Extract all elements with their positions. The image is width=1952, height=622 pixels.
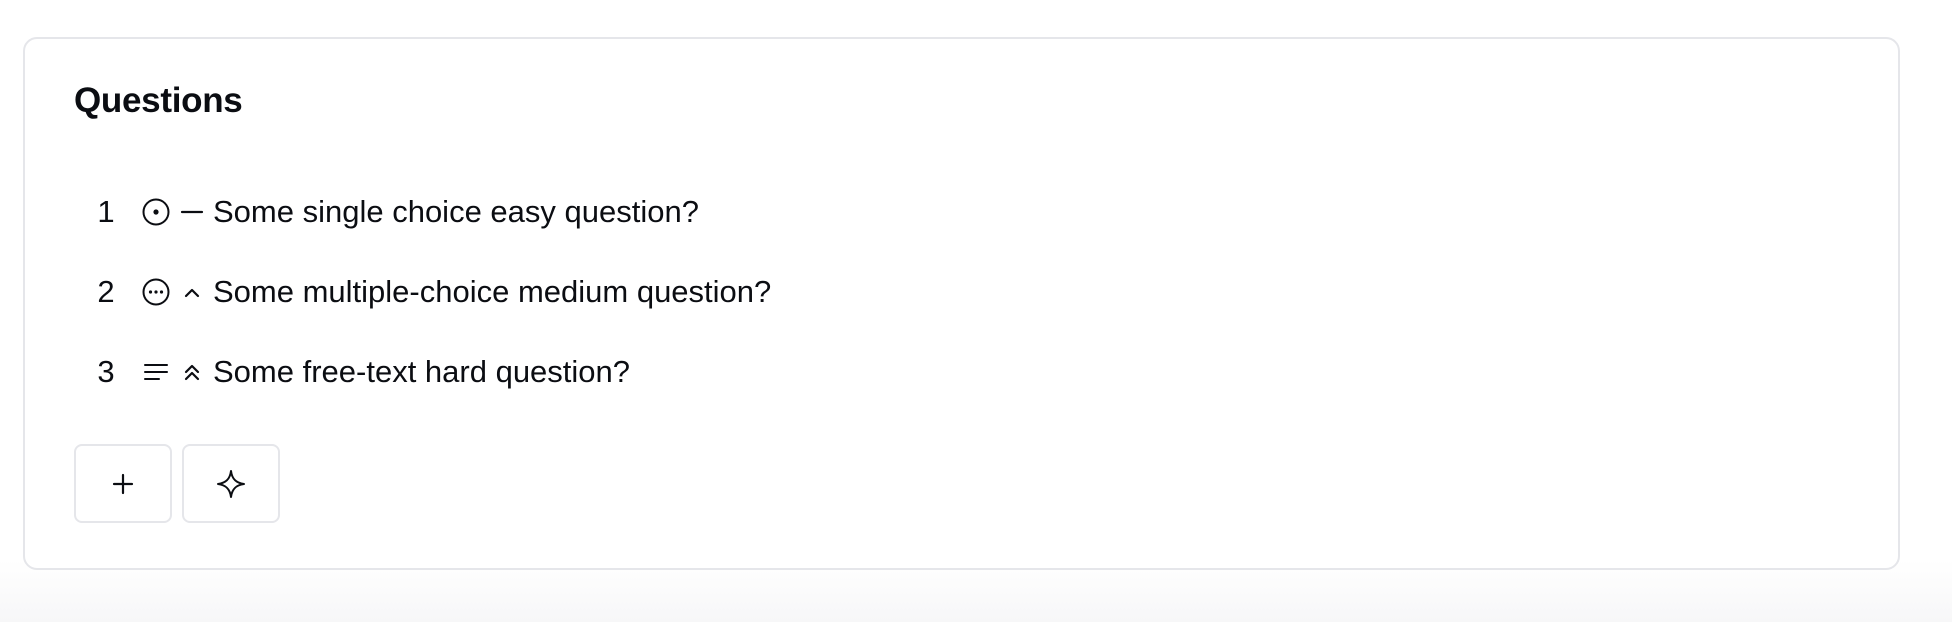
question-row-3[interactable]: 3 Some free-text hard question? <box>25 347 630 397</box>
sparkle-icon <box>215 468 247 500</box>
question-number: 3 <box>97 354 115 389</box>
double-chevron-up-icon <box>177 357 207 387</box>
question-text: Some multiple-choice medium question? <box>213 274 772 309</box>
generate-question-button[interactable] <box>182 444 280 523</box>
radio-circle-icon <box>141 197 171 227</box>
text-lines-icon <box>141 357 171 387</box>
question-text: Some single choice easy question? <box>213 194 699 229</box>
question-number: 2 <box>97 274 115 309</box>
question-row-1[interactable]: 1 Some single choice easy question? <box>25 187 699 237</box>
ellipsis-circle-icon <box>141 277 171 307</box>
section-title: Questions <box>74 81 243 120</box>
question-text: Some free-text hard question? <box>213 354 631 389</box>
page: Questions 1 Some single choice easy ques… <box>0 0 1952 622</box>
chevron-up-icon <box>177 277 207 307</box>
dash-icon <box>177 197 207 227</box>
question-row-2[interactable]: 2 Some multiple-choice medium question? <box>25 267 771 317</box>
question-number: 1 <box>97 194 115 229</box>
questions-card: Questions 1 Some single choice easy ques… <box>23 37 1900 570</box>
plus-icon <box>110 471 136 497</box>
add-question-button[interactable] <box>74 444 172 523</box>
